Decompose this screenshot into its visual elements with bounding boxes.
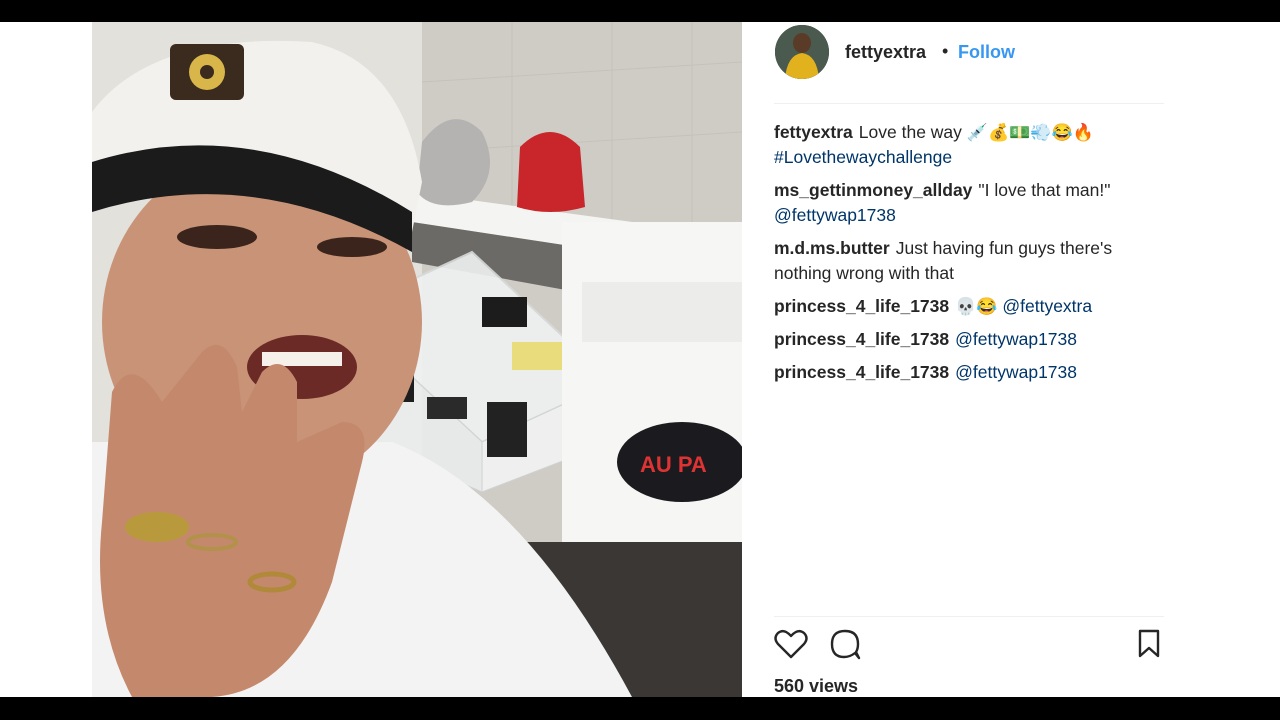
- heart-icon[interactable]: [774, 628, 808, 665]
- bookmark-icon[interactable]: [1136, 628, 1162, 665]
- avatar[interactable]: [775, 25, 829, 79]
- comment-emoji: 💀😂: [955, 297, 998, 316]
- comment-mention[interactable]: @fettywap1738: [955, 329, 1077, 349]
- comment-emoji: 💉💰💵💨😂🔥: [966, 123, 1094, 142]
- post-side-panel: fettyextra • Follow fettyextra Love the w…: [774, 22, 1164, 697]
- comment-item: ms_gettinmoney_allday "I love that man!" …: [774, 178, 1174, 228]
- actions-divider: [774, 616, 1164, 617]
- comment-item: princess_4_life_1738 💀😂 @fettyextra: [774, 294, 1174, 319]
- post-media[interactable]: AU PA: [92, 22, 742, 697]
- comment-hashtag[interactable]: #Lovethewaychallenge: [774, 147, 952, 167]
- comment-username[interactable]: fettyextra: [774, 122, 853, 142]
- view-count: 560 views: [774, 676, 859, 696]
- header-username[interactable]: fettyextra: [845, 42, 926, 63]
- comment-username[interactable]: princess_4_life_1738: [774, 362, 949, 382]
- comment-text: "I love that man!": [978, 180, 1111, 200]
- comment-caption: fettyextra Love the way 💉💰💵💨😂🔥 #Lovethewa…: [774, 120, 1174, 170]
- duffel-bag-text: AU PA: [640, 452, 707, 477]
- comment-username[interactable]: princess_4_life_1738: [774, 329, 949, 349]
- post-frame: AU PA fettyextra • Follow fettyextra Lov…: [0, 22, 1280, 697]
- post-header: fettyextra • Follow: [774, 22, 1164, 104]
- action-bar: [774, 628, 1164, 668]
- comment-mention[interactable]: @fettyextra: [1002, 296, 1092, 316]
- header-divider: [774, 103, 1164, 104]
- comment-username[interactable]: princess_4_life_1738: [774, 296, 949, 316]
- comment-username[interactable]: m.d.ms.butter: [774, 238, 890, 258]
- comment-item: princess_4_life_1738 @fettywap1738: [774, 360, 1174, 385]
- comment-item: m.d.ms.butter Just having fun guys there'…: [774, 236, 1174, 286]
- comment-username[interactable]: ms_gettinmoney_allday: [774, 180, 972, 200]
- comment-text: Love the way: [858, 122, 967, 142]
- comment-icon[interactable]: [829, 628, 863, 665]
- comment-mention[interactable]: @fettywap1738: [955, 362, 1077, 382]
- follow-button[interactable]: Follow: [958, 42, 1015, 63]
- comments-list: fettyextra Love the way 💉💰💵💨😂🔥 #Lovethewa…: [774, 120, 1174, 393]
- separator-dot: •: [942, 41, 949, 61]
- comment-mention[interactable]: @fettywap1738: [774, 205, 896, 225]
- comment-item: princess_4_life_1738 @fettywap1738: [774, 327, 1174, 352]
